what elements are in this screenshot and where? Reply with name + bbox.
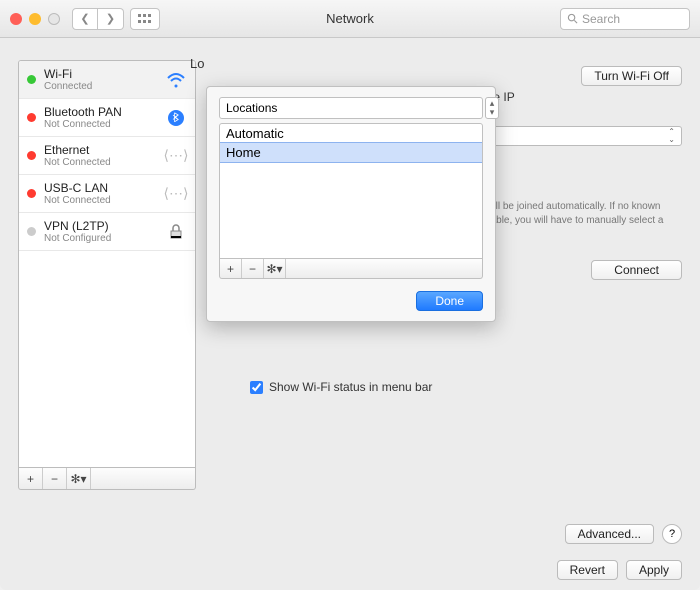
connection-name: USB-C LAN <box>44 181 157 195</box>
show-status-label: Show Wi-Fi status in menu bar <box>269 380 432 394</box>
toolbar-spacer <box>91 468 195 489</box>
turn-wifi-off-button[interactable]: Turn Wi-Fi Off <box>581 66 682 86</box>
revert-button[interactable]: Revert <box>557 560 618 580</box>
connection-name: VPN (L2TP) <box>44 219 157 233</box>
connection-item-wifi[interactable]: Wi-FiConnected <box>19 61 195 99</box>
locations-field[interactable] <box>219 97 483 119</box>
search-placeholder: Search <box>582 12 620 26</box>
close-icon[interactable] <box>10 13 22 25</box>
connection-sub: Not Connected <box>44 157 157 168</box>
show-status-checkbox[interactable] <box>250 381 263 394</box>
location-option-automatic[interactable]: Automatic <box>220 124 482 143</box>
bluetooth-icon <box>165 107 187 129</box>
apply-button[interactable]: Apply <box>626 560 682 580</box>
grid-icon <box>138 14 152 24</box>
locations-list[interactable]: Automatic Home <box>219 123 483 259</box>
toolbar-spacer <box>286 259 482 278</box>
connection-sub: Not Connected <box>44 119 157 130</box>
connection-item-bt[interactable]: Bluetooth PANNot Connected <box>19 99 195 137</box>
status-dot <box>27 113 36 122</box>
connection-sub: Not Configured <box>44 233 157 244</box>
status-dot <box>27 151 36 160</box>
locations-popover: ▴▾ Automatic Home + − ✻▾ Done <box>206 86 496 322</box>
connection-name: Wi-Fi <box>44 67 157 81</box>
search-icon <box>567 13 578 24</box>
nav-buttons: ❮ ❯ <box>72 8 124 30</box>
connection-name: Bluetooth PAN <box>44 105 157 119</box>
remove-location-button[interactable]: − <box>242 259 264 278</box>
connection-item-usbc[interactable]: USB-C LANNot Connected ⟨⋯⟩ <box>19 175 195 213</box>
connection-actions-button[interactable]: ✻▾ <box>67 468 91 489</box>
show-all-button[interactable] <box>130 8 160 30</box>
traffic-lights <box>10 13 60 25</box>
connection-sidebar: Wi-FiConnected Bluetooth PANNot Connecte… <box>18 60 196 490</box>
status-dot <box>27 75 36 84</box>
ethernet-icon: ⟨⋯⟩ <box>165 183 187 205</box>
back-button[interactable]: ❮ <box>72 8 98 30</box>
help-button[interactable]: ? <box>662 524 682 544</box>
advanced-button[interactable]: Advanced... <box>565 524 654 544</box>
locations-toolbar: + − ✻▾ <box>219 259 483 279</box>
remove-connection-button[interactable]: − <box>43 468 67 489</box>
add-connection-button[interactable]: + <box>19 468 43 489</box>
done-button[interactable]: Done <box>416 291 483 311</box>
status-dot <box>27 227 36 236</box>
wifi-icon <box>165 69 187 91</box>
connect-button[interactable]: Connect <box>591 260 682 280</box>
connection-item-eth[interactable]: EthernetNot Connected ⟨⋯⟩ <box>19 137 195 175</box>
connection-item-vpn[interactable]: VPN (L2TP)Not Configured <box>19 213 195 251</box>
forward-button[interactable]: ❯ <box>98 8 124 30</box>
ethernet-icon: ⟨⋯⟩ <box>165 145 187 167</box>
zoom-icon[interactable] <box>48 13 60 25</box>
titlebar: ❮ ❯ Network Search <box>0 0 700 38</box>
location-option-home[interactable]: Home <box>220 143 482 162</box>
preferences-window: ❮ ❯ Network Search Lo Wi-FiConnected <box>0 0 700 590</box>
connection-sub: Connected <box>44 81 157 92</box>
content-area: Lo Wi-FiConnected Bluetooth PANNot Conne… <box>0 38 700 590</box>
location-label: Lo <box>190 56 204 71</box>
minimize-icon[interactable] <box>29 13 41 25</box>
add-location-button[interactable]: + <box>220 259 242 278</box>
status-dot <box>27 189 36 198</box>
lock-icon <box>165 221 187 243</box>
locations-stepper[interactable]: ▴▾ <box>485 97 499 119</box>
location-actions-button[interactable]: ✻▾ <box>264 259 286 278</box>
search-input[interactable]: Search <box>560 8 690 30</box>
connection-sub: Not Connected <box>44 195 157 206</box>
connection-name: Ethernet <box>44 143 157 157</box>
sidebar-toolbar: + − ✻▾ <box>18 468 196 490</box>
connection-list[interactable]: Wi-FiConnected Bluetooth PANNot Connecte… <box>18 60 196 468</box>
